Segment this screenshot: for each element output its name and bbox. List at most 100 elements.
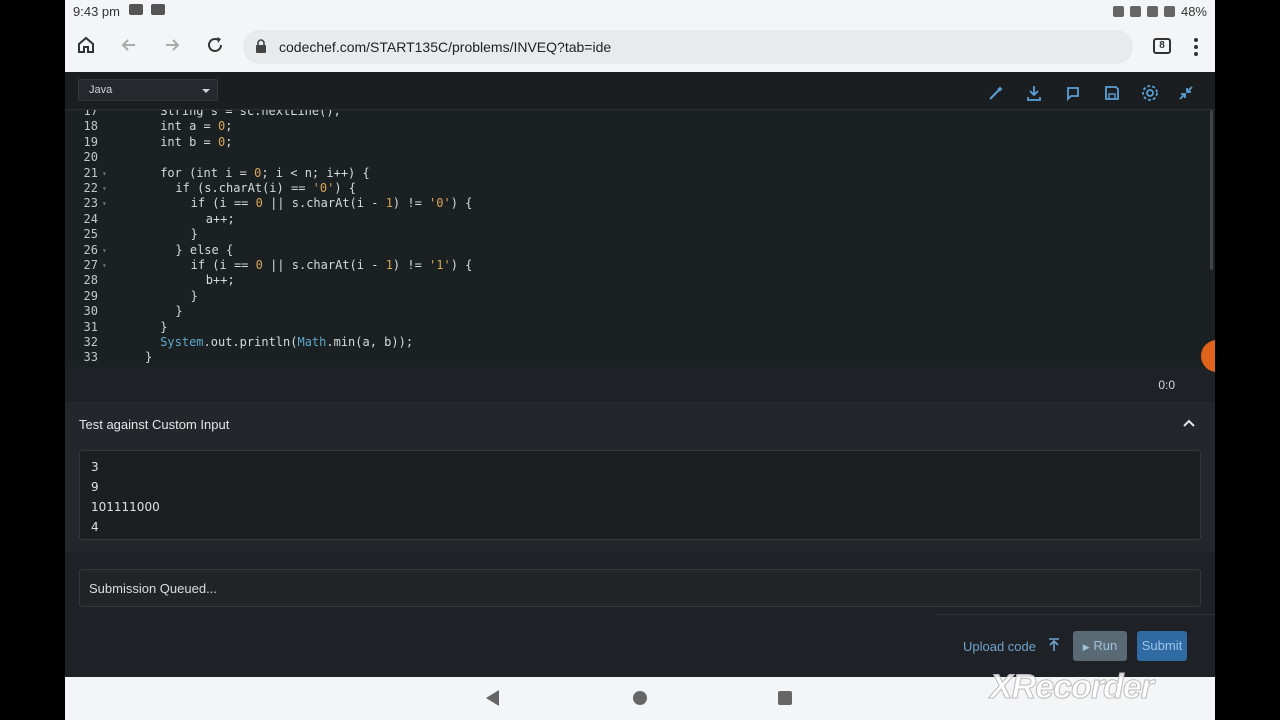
magic-wand-icon[interactable]	[987, 84, 1005, 102]
code-text: if (i == 0 || s.charAt(i - 1) != '0') {	[190, 196, 473, 211]
back-button[interactable]	[117, 35, 141, 59]
custom-input-panel: Test against Custom Input 3 9 101111000 4	[65, 402, 1215, 552]
battery-percent: 48%	[1180, 4, 1207, 19]
reset-icon[interactable]	[1064, 84, 1082, 102]
code-text: a++;	[205, 211, 235, 226]
download-icon[interactable]	[1025, 84, 1043, 102]
code-text: }	[190, 227, 198, 242]
nav-home-icon[interactable]	[633, 691, 647, 705]
code-text: }	[160, 319, 168, 334]
code-line[interactable]: 18 int a = 0;	[65, 119, 1205, 134]
mute-icon	[1129, 6, 1141, 17]
line-number: 21	[83, 165, 98, 180]
tab-switcher-button[interactable]: 8	[1153, 38, 1171, 54]
code-text: } else {	[175, 242, 234, 257]
language-select[interactable]: Java	[78, 79, 218, 101]
code-line[interactable]: 26 ▾ } else {	[65, 243, 1205, 258]
fold-arrow-icon[interactable]: ▾	[102, 243, 107, 258]
code-text: int a = 0;	[160, 119, 233, 134]
submit-button[interactable]: Submit	[1137, 631, 1187, 661]
status-bar: 9:43 pm 48%	[65, 0, 1215, 22]
line-number: 28	[83, 273, 98, 288]
custom-input-line: 3	[91, 460, 99, 474]
code-text: }	[175, 304, 183, 319]
divider	[935, 614, 1215, 615]
line-number: 19	[83, 134, 98, 149]
run-label: Run	[1093, 638, 1118, 653]
line-number: 24	[83, 211, 98, 226]
line-number: 29	[83, 288, 98, 303]
fold-arrow-icon[interactable]: ▾	[102, 181, 107, 196]
code-text: }	[190, 288, 198, 303]
code-text: System.out.println(Math.min(a, b));	[160, 335, 414, 349]
upload-icon[interactable]	[1046, 637, 1062, 653]
home-button[interactable]	[74, 35, 98, 59]
fold-arrow-icon[interactable]: ▾	[102, 166, 107, 181]
chevron-up-icon[interactable]	[1182, 418, 1196, 428]
reload-button[interactable]	[203, 35, 227, 59]
custom-input-textarea[interactable]: 3 9 101111000 4	[79, 450, 1201, 540]
forward-button[interactable]	[160, 35, 184, 59]
custom-input-title[interactable]: Test against Custom Input	[79, 417, 229, 432]
battery-icon	[1163, 6, 1175, 17]
code-text: int b = 0;	[160, 134, 233, 149]
settings-gear-icon[interactable]	[1141, 84, 1159, 102]
code-line[interactable]: 27 ▾ if (i == 0 || s.charAt(i - 1) != '1')…	[65, 258, 1205, 273]
wifi-icon	[1146, 6, 1158, 17]
code-line[interactable]: 24 a++;	[65, 212, 1205, 227]
code-line[interactable]: 30}	[65, 304, 1205, 319]
line-number: 23	[83, 196, 98, 211]
code-text: }	[145, 350, 153, 365]
run-button[interactable]: ▶ Run	[1073, 631, 1127, 661]
save-icon[interactable]	[1103, 84, 1121, 102]
arrow-right-icon	[166, 39, 180, 51]
fold-arrow-icon[interactable]: ▾	[102, 196, 107, 211]
line-number: 22	[83, 181, 98, 195]
code-text: b++;	[205, 273, 235, 288]
code-line[interactable]: 33}	[65, 350, 1205, 365]
status-left-icons	[129, 4, 165, 15]
custom-input-line: 101111000	[91, 500, 160, 514]
cursor-position: 0:0	[1158, 378, 1175, 392]
chevron-down-icon	[202, 89, 210, 93]
cast-icon	[1112, 6, 1124, 17]
address-bar[interactable]: codechef.com/START135C/problems/INVEQ?ta…	[243, 30, 1133, 64]
code-text: if (s.charAt(i) == '0') {	[175, 181, 357, 195]
line-number: 30	[83, 304, 98, 319]
line-number: 27	[83, 258, 98, 272]
code-line[interactable]: 32 System.out.println(Math.min(a, b));	[65, 335, 1205, 350]
code-line[interactable]: 22 ▾ if (s.charAt(i) == '0') {	[65, 181, 1205, 196]
code-line[interactable]: 29}	[65, 289, 1205, 304]
custom-input-line: 9	[91, 480, 99, 494]
code-editor[interactable]: 17 String s = sc.nextLine(); 18 int a = 0; 1…	[65, 110, 1215, 367]
code-text: String s = sc.nextLine();	[160, 110, 341, 118]
code-line[interactable]: 20	[65, 150, 1205, 165]
url-text: codechef.com/START135C/problems/INVEQ?ta…	[279, 39, 612, 55]
code-line[interactable]: 19 int b = 0;	[65, 135, 1205, 150]
video-camera-icon	[129, 4, 143, 15]
fold-arrow-icon[interactable]: ▾	[102, 258, 107, 273]
home-icon	[78, 36, 94, 53]
line-number: 26	[83, 242, 98, 257]
collapse-icon[interactable]	[1177, 84, 1195, 102]
line-number: 32	[83, 335, 98, 349]
more-vert-icon[interactable]	[1193, 37, 1199, 57]
browser-toolbar: codechef.com/START135C/problems/INVEQ?ta…	[65, 22, 1215, 72]
code-text: if (i == 0 || s.charAt(i - 1) != '1') {	[190, 258, 473, 272]
code-line[interactable]: 23 ▾ if (i == 0 || s.charAt(i - 1) != '0')…	[65, 196, 1205, 211]
nav-back-icon[interactable]	[486, 690, 499, 706]
upload-code-link[interactable]: Upload code	[963, 639, 1036, 654]
editor-scrollbar[interactable]	[1210, 110, 1213, 270]
line-number: 33	[83, 350, 98, 365]
submission-status: Submission Queued...	[79, 569, 1201, 607]
code-line[interactable]: 28 b++;	[65, 273, 1205, 288]
youtube-icon	[151, 4, 165, 15]
code-line[interactable]: 21 ▾ for (int i = 0; i < n; i++) {	[65, 166, 1205, 181]
code-line[interactable]: 25}	[65, 227, 1205, 242]
code-line[interactable]: 31}	[65, 320, 1205, 335]
code-line[interactable]: 17 String s = sc.nextLine();	[65, 110, 1205, 119]
lock-icon	[256, 39, 266, 53]
language-value: Java	[89, 84, 113, 96]
nav-recents-icon[interactable]	[778, 691, 792, 705]
line-number: 20	[83, 150, 98, 165]
